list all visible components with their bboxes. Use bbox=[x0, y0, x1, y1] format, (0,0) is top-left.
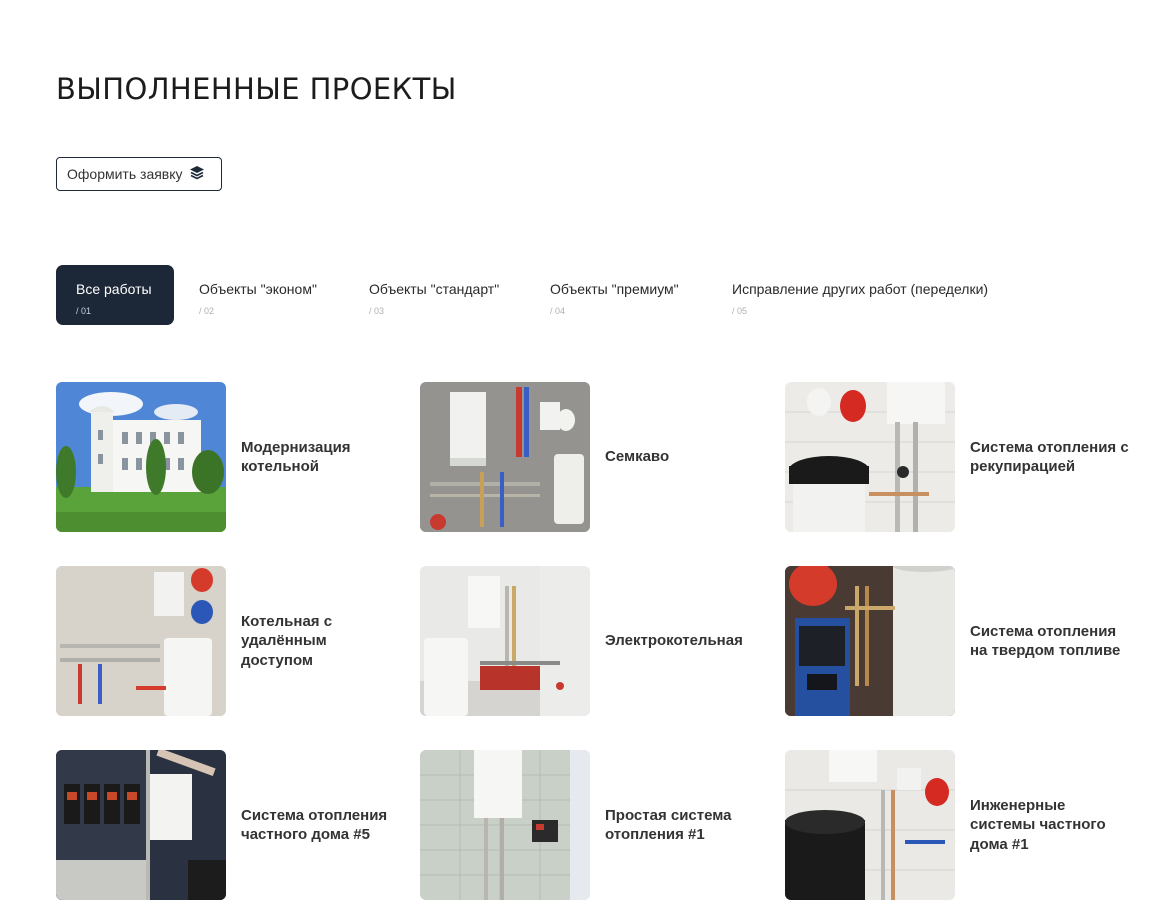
project-card[interactable]: Модернизация котельной bbox=[56, 382, 396, 532]
project-title: Система отопления на твердом топливе bbox=[970, 622, 1121, 660]
tab-label: Исправление других работ (переделки) bbox=[732, 281, 989, 297]
tab-label: Объекты "стандарт" bbox=[369, 281, 500, 297]
project-card[interactable]: Простая система отопления #1 bbox=[420, 750, 760, 900]
project-title: Система отопления частного дома #5 bbox=[241, 806, 388, 844]
project-title: Котельная с удалённым доступом bbox=[241, 612, 333, 669]
tab-number: / 03 bbox=[369, 306, 385, 316]
submit-request-button[interactable]: Оформить заявку bbox=[56, 157, 222, 191]
tab-label: Объекты "эконом" bbox=[199, 281, 317, 297]
layers-icon bbox=[189, 165, 205, 184]
project-card[interactable]: Котельная с удалённым доступом bbox=[56, 566, 396, 716]
project-title: Простая система отопления #1 bbox=[605, 806, 732, 844]
tab-rework[interactable]: Исправление других работ (переделки) / 0… bbox=[732, 265, 1032, 325]
tab-label: Все работы bbox=[76, 281, 152, 297]
project-card[interactable]: Система отопления частного дома #5 bbox=[56, 750, 396, 900]
project-title: Инженерные системы частного дома #1 bbox=[970, 796, 1106, 853]
project-photo-simple-heating-1 bbox=[420, 750, 590, 900]
tab-number: / 04 bbox=[550, 306, 566, 316]
project-card[interactable]: Инженерные системы частного дома #1 bbox=[785, 750, 1125, 900]
tab-label: Объекты "премиум" bbox=[550, 281, 679, 297]
project-photo-private-house-5 bbox=[56, 750, 226, 900]
project-title: Электрокотельная bbox=[605, 632, 743, 650]
project-card[interactable]: Система отопления на твердом топливе bbox=[785, 566, 1125, 716]
project-photo-solid-fuel bbox=[785, 566, 955, 716]
project-photo-boiler-room bbox=[420, 382, 590, 532]
project-photo-engineering-1 bbox=[785, 750, 955, 900]
project-photo-remote-boiler bbox=[56, 566, 226, 716]
tab-premium[interactable]: Объекты "премиум" / 04 bbox=[550, 265, 710, 325]
tab-economy[interactable]: Объекты "эконом" / 02 bbox=[199, 265, 349, 325]
project-title: Система отопления с рекупирацией bbox=[970, 438, 1129, 476]
project-card[interactable]: Система отопления с рекупирацией bbox=[785, 382, 1129, 532]
project-photo-electric-boiler bbox=[420, 566, 590, 716]
project-card[interactable]: Семкаво bbox=[420, 382, 760, 532]
submit-request-label: Оформить заявку bbox=[67, 166, 183, 182]
tab-number: / 05 bbox=[732, 306, 748, 316]
tab-number: / 02 bbox=[199, 306, 215, 316]
tab-number: / 01 bbox=[76, 306, 92, 316]
project-card[interactable]: Электрокотельная bbox=[420, 566, 760, 716]
tab-standard[interactable]: Объекты "стандарт" / 03 bbox=[369, 265, 529, 325]
tab-all-works[interactable]: Все работы / 01 bbox=[56, 265, 174, 325]
page-title: ВЫПОЛНЕННЫЕ ПРОЕКТЫ bbox=[56, 72, 457, 106]
project-title: Семкаво bbox=[605, 448, 670, 466]
project-title: Модернизация котельной bbox=[241, 438, 351, 476]
project-photo-recuperation bbox=[785, 382, 955, 532]
project-photo-house bbox=[56, 382, 226, 532]
